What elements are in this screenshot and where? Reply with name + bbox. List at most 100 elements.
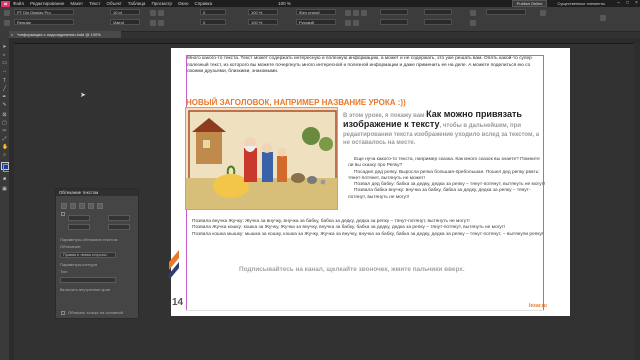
right-offset-field[interactable] [108, 224, 130, 230]
panel-menu-icon[interactable] [600, 15, 606, 21]
subscribe-line[interactable]: Подписывайтесь на канал, щелкайте звоноч… [239, 266, 465, 273]
zoom-level[interactable]: 100 % [278, 1, 291, 6]
line-tool-icon[interactable]: ╱ [2, 87, 7, 92]
publish-online-button[interactable]: Publish Online [511, 0, 548, 7]
numbering-icon[interactable] [470, 20, 476, 26]
menu-window[interactable]: Окно [178, 1, 188, 6]
wrap-to-label: Обтекание: [60, 244, 82, 249]
contour-type-select[interactable] [60, 277, 116, 283]
site-label: lexar.ru [529, 303, 547, 309]
align-left-icon[interactable] [345, 10, 351, 16]
vertical-ruler[interactable] [9, 43, 14, 360]
space-before-field[interactable] [424, 9, 452, 15]
character-format-icon[interactable] [4, 10, 10, 16]
columns-icon[interactable] [540, 10, 546, 16]
font-size-field[interactable]: 10 pt [110, 9, 140, 15]
align-right-icon[interactable] [361, 10, 367, 16]
no-wrap-icon[interactable] [61, 203, 67, 209]
uppercase-icon[interactable] [150, 10, 156, 16]
close-icon[interactable]: × [633, 1, 640, 6]
workspace-switcher[interactable]: Существенные элементы [557, 1, 605, 6]
char-style-select[interactable]: [Без стиля] [296, 9, 336, 15]
page-tool-icon[interactable]: ▭ [2, 61, 7, 66]
align-center-icon[interactable] [353, 10, 359, 16]
panel-title: Обтекание текстом [56, 189, 138, 196]
jump-next-column-icon[interactable] [97, 203, 103, 209]
justify-icon[interactable] [345, 20, 351, 26]
invert-checkbox[interactable] [61, 212, 65, 216]
footer-rule [186, 310, 544, 311]
bullets-icon[interactable] [470, 10, 476, 16]
tracking-field[interactable]: 0 [200, 19, 226, 25]
menu-layout[interactable]: Макет [70, 1, 83, 6]
tab-close-icon[interactable]: × [11, 31, 13, 38]
hand-tool-icon[interactable]: ✋ [2, 145, 8, 150]
jump-object-icon[interactable] [88, 203, 94, 209]
app-logo: Id [1, 0, 10, 7]
tale-paragraph: Позвала кошка мышку: мышка за кошку, кош… [192, 231, 544, 237]
rectangle-frame-tool-icon[interactable]: ⊠ [2, 113, 7, 118]
kerning-field[interactable]: 0 [200, 9, 226, 15]
apply-color-icon[interactable]: ■ [2, 177, 7, 182]
vertical-scale-field[interactable]: 100 % [248, 9, 278, 15]
lead-paragraph[interactable]: В этом уроке, я покажу вам Как можно при… [343, 109, 547, 148]
screen-mode-icon[interactable]: ▣ [2, 187, 7, 192]
paragraph-format-icon[interactable] [4, 20, 10, 26]
underline-icon[interactable] [150, 20, 156, 26]
wrap-options-label: Параметры обтекания текстом [60, 237, 118, 242]
small-caps-icon[interactable] [158, 10, 164, 16]
language-select[interactable]: Русский [296, 19, 336, 25]
top-offset-field[interactable] [68, 215, 90, 221]
maximize-icon[interactable]: □ [624, 1, 631, 6]
menu-object[interactable]: Объект [106, 1, 121, 6]
free-transform-tool-icon[interactable]: ⤢ [2, 137, 7, 142]
bottom-offset-field[interactable] [68, 224, 90, 230]
menu-text[interactable]: Текст [89, 1, 100, 6]
wrap-bounding-box-icon[interactable] [70, 203, 76, 209]
anchored-image-frame[interactable] [185, 107, 338, 210]
font-style-select[interactable]: Regular [14, 19, 74, 25]
menu-edit[interactable]: Редактирование [30, 1, 64, 6]
text-wrap-panel[interactable]: Обтекание текстом Параметры обтекания те… [55, 188, 139, 319]
left-offset-field[interactable] [108, 215, 130, 221]
justify-all-icon[interactable] [353, 20, 359, 26]
paragraph-style-select[interactable] [486, 9, 526, 15]
scissors-tool-icon[interactable]: ✂ [2, 129, 7, 134]
body-text-frame[interactable]: Много какого-то текста. Текст может соде… [187, 56, 545, 76]
tale-text-full[interactable]: Позвала внучка Жучку: Жучка за внучку, в… [184, 219, 546, 238]
selection-tool-icon[interactable]: ➤ [2, 45, 7, 50]
minimize-icon[interactable]: – [615, 1, 622, 6]
tale-paragraph: Еще нуча какого-то текста, например сказ… [348, 157, 540, 169]
orange-decor-stripe [169, 250, 179, 280]
zoom-tool-icon[interactable]: ⌕ [2, 153, 7, 158]
pencil-tool-icon[interactable]: ✎ [2, 103, 7, 108]
wrap-master-checkbox[interactable] [61, 311, 65, 315]
menu-help[interactable]: Справка [194, 1, 212, 6]
lesson-heading[interactable]: НОВЫЙ ЗАГОЛОВОК, НАПРИМЕР НАЗВАНИЕ УРОКА… [186, 98, 406, 107]
document-tab[interactable]: × *информация о подсоединении.indd @ 100… [9, 31, 121, 38]
menu-table[interactable]: Таблица [128, 1, 146, 6]
wrap-object-shape-icon[interactable] [79, 203, 85, 209]
type-tool-icon[interactable]: T [2, 79, 7, 84]
leading-field[interactable]: [Авто] [110, 19, 140, 25]
font-family-select[interactable]: PT Din Display Pro [14, 9, 74, 15]
vertical-scrollbar[interactable] [634, 43, 640, 360]
tale-text-right[interactable]: Еще нуча какого-то текста, например сказ… [348, 157, 546, 201]
pen-tool-icon[interactable]: ✒ [2, 95, 7, 100]
indent-first-field[interactable] [380, 19, 408, 25]
mouse-cursor-icon: ➤ [80, 92, 86, 99]
gap-tool-icon[interactable]: ↔ [2, 69, 7, 74]
strikethrough-icon[interactable] [158, 20, 164, 26]
rectangle-tool-icon[interactable]: ▢ [2, 121, 7, 126]
horizontal-scale-field[interactable]: 100 % [248, 19, 278, 25]
indent-left-field[interactable] [380, 9, 408, 15]
lead-text-start: В этом уроке, я покажу вам [343, 113, 427, 119]
menu-view[interactable]: Просмотр [151, 1, 172, 6]
menu-file[interactable]: Файл [13, 1, 24, 6]
horizontal-ruler[interactable] [9, 38, 640, 44]
direct-selection-tool-icon[interactable]: ▹ [2, 53, 7, 58]
space-after-field[interactable] [424, 19, 452, 25]
menu-bar: Id Файл Редактирование Макет Текст Объек… [0, 0, 640, 7]
wrap-to-select[interactable]: Правая и левая стороны [60, 252, 116, 258]
tale-paragraph: Позвала Жучка кошку: кошка за Жучку, Жуч… [192, 225, 506, 231]
